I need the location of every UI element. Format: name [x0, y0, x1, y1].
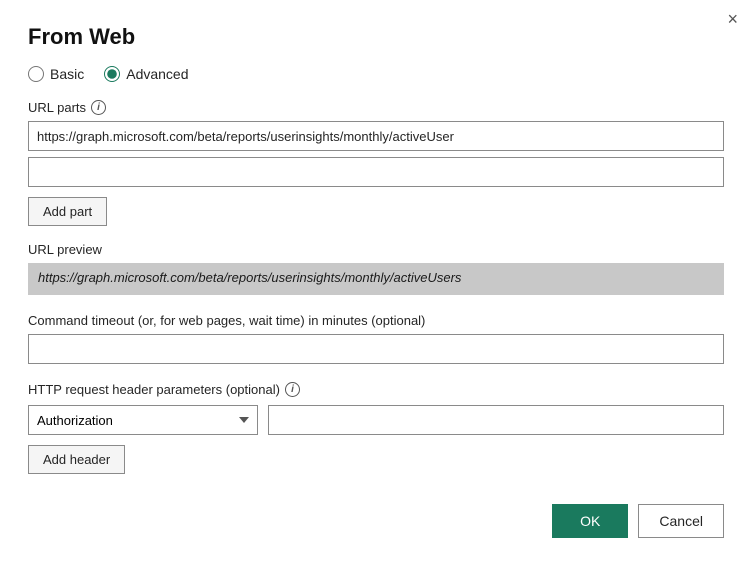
- mode-radio-group: Basic Advanced: [28, 66, 724, 82]
- header-value-input[interactable]: [268, 405, 724, 435]
- command-timeout-label: Command timeout (or, for web pages, wait…: [28, 313, 724, 328]
- header-input-row: Authorization Accept Content-Type Custom: [28, 405, 724, 435]
- url-preview-label: URL preview: [28, 242, 724, 257]
- advanced-radio[interactable]: [104, 66, 120, 82]
- add-header-button[interactable]: Add header: [28, 445, 125, 474]
- url-parts-label: URL parts i: [28, 100, 724, 115]
- url-parts-inputs: [28, 121, 724, 187]
- header-name-dropdown[interactable]: Authorization Accept Content-Type Custom: [28, 405, 258, 435]
- url-preview-box: https://graph.microsoft.com/beta/reports…: [28, 263, 724, 295]
- from-web-dialog: × From Web Basic Advanced URL parts i Ad…: [0, 0, 752, 562]
- close-button[interactable]: ×: [727, 10, 738, 28]
- advanced-radio-text: Advanced: [126, 66, 188, 82]
- advanced-radio-label[interactable]: Advanced: [104, 66, 188, 82]
- http-header-info-icon[interactable]: i: [285, 382, 300, 397]
- cancel-button[interactable]: Cancel: [638, 504, 724, 538]
- basic-radio-text: Basic: [50, 66, 84, 82]
- ok-button[interactable]: OK: [552, 504, 628, 538]
- command-timeout-input[interactable]: [28, 334, 724, 364]
- basic-radio-label[interactable]: Basic: [28, 66, 84, 82]
- url-part-2-input[interactable]: [28, 157, 724, 187]
- dialog-footer: OK Cancel: [28, 504, 724, 538]
- url-part-1-input[interactable]: [28, 121, 724, 151]
- http-header-label: HTTP request header parameters (optional…: [28, 382, 724, 397]
- basic-radio[interactable]: [28, 66, 44, 82]
- add-part-button[interactable]: Add part: [28, 197, 107, 226]
- url-parts-info-icon[interactable]: i: [91, 100, 106, 115]
- dialog-title: From Web: [28, 24, 724, 50]
